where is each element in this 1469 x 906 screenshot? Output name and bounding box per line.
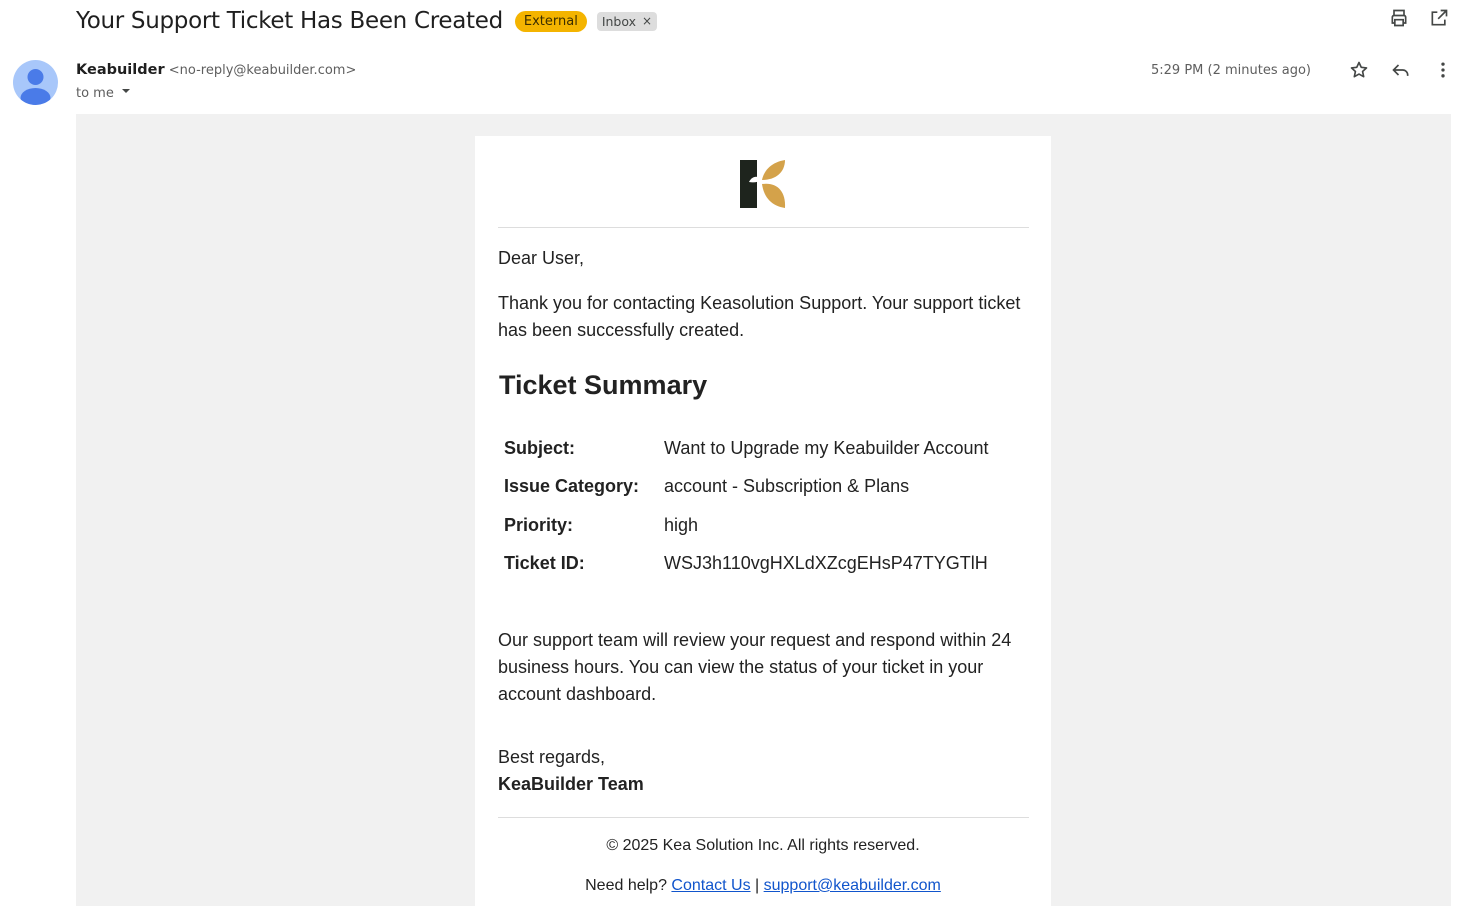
followup-paragraph: Our support team will review your reques… [498, 630, 1012, 704]
subject-row: Your Support Ticket Has Been Created Ext… [76, 4, 658, 38]
summary-label: Ticket ID: [504, 553, 585, 573]
email-card: Dear User, Thank you for contacting Keas… [475, 136, 1051, 906]
intro-paragraph: Thank you for contacting Keasolution Sup… [498, 293, 1021, 340]
regards: Best regards, [498, 747, 606, 767]
separator: | [755, 877, 760, 894]
summary-value: high [664, 515, 699, 535]
summary-label: Subject: [504, 438, 576, 458]
sender-line: Keabuilder <no-reply@keabuilder.com> [76, 61, 356, 78]
avatar-icon [20, 69, 51, 105]
keabuilder-logo [740, 158, 788, 210]
copyright: © 2025 Kea Solution Inc. All rights rese… [606, 837, 920, 854]
sender-email: <no-reply@keabuilder.com> [168, 63, 357, 78]
star-icon[interactable] [1347, 58, 1371, 82]
remove-label-button[interactable]: × [642, 14, 652, 28]
reply-icon[interactable] [1389, 58, 1413, 82]
summary-label: Priority: [504, 515, 574, 535]
footer-divider [498, 817, 1029, 818]
help-prefix: Need help? [585, 877, 667, 894]
ticket-summary-heading: Ticket Summary [499, 370, 708, 400]
to-me-text: to me [76, 85, 114, 101]
support-email-link[interactable]: support@keabuilder.com [764, 877, 941, 894]
more-vert-icon[interactable] [1431, 58, 1455, 82]
summary-value: Want to Upgrade my Keabuilder Account [664, 438, 989, 458]
summary-value: WSJ3h110vgHXLdXZcgEHsP47TYGTlH [664, 553, 988, 573]
summary-value: account - Subscription & Plans [664, 476, 910, 496]
timestamp: 5:29 PM (2 minutes ago) [1151, 62, 1311, 78]
print-icon[interactable] [1389, 8, 1409, 28]
external-badge: External [514, 10, 587, 32]
contact-us-link[interactable]: Contact Us [671, 877, 750, 894]
open-in-new-window-icon[interactable] [1429, 8, 1449, 28]
recipient-details[interactable]: to me [76, 85, 132, 101]
top-toolbar [1389, 8, 1449, 28]
inbox-label-text: Inbox [601, 13, 637, 29]
avatar[interactable] [13, 60, 58, 105]
email-subject: Your Support Ticket Has Been Created [76, 8, 503, 34]
chevron-down-icon[interactable] [120, 85, 132, 101]
help-line: Need help? Contact Us | support@keabuild… [475, 877, 1051, 895]
greeting: Dear User, [498, 248, 585, 268]
summary-label: Issue Category: [504, 476, 640, 496]
header-divider [498, 227, 1029, 228]
inbox-label[interactable]: Inbox × [596, 11, 658, 31]
message-actions: 5:29 PM (2 minutes ago) [1151, 58, 1455, 82]
team-signature: KeaBuilder Team [498, 774, 644, 794]
sender-name[interactable]: Keabuilder [76, 62, 165, 78]
